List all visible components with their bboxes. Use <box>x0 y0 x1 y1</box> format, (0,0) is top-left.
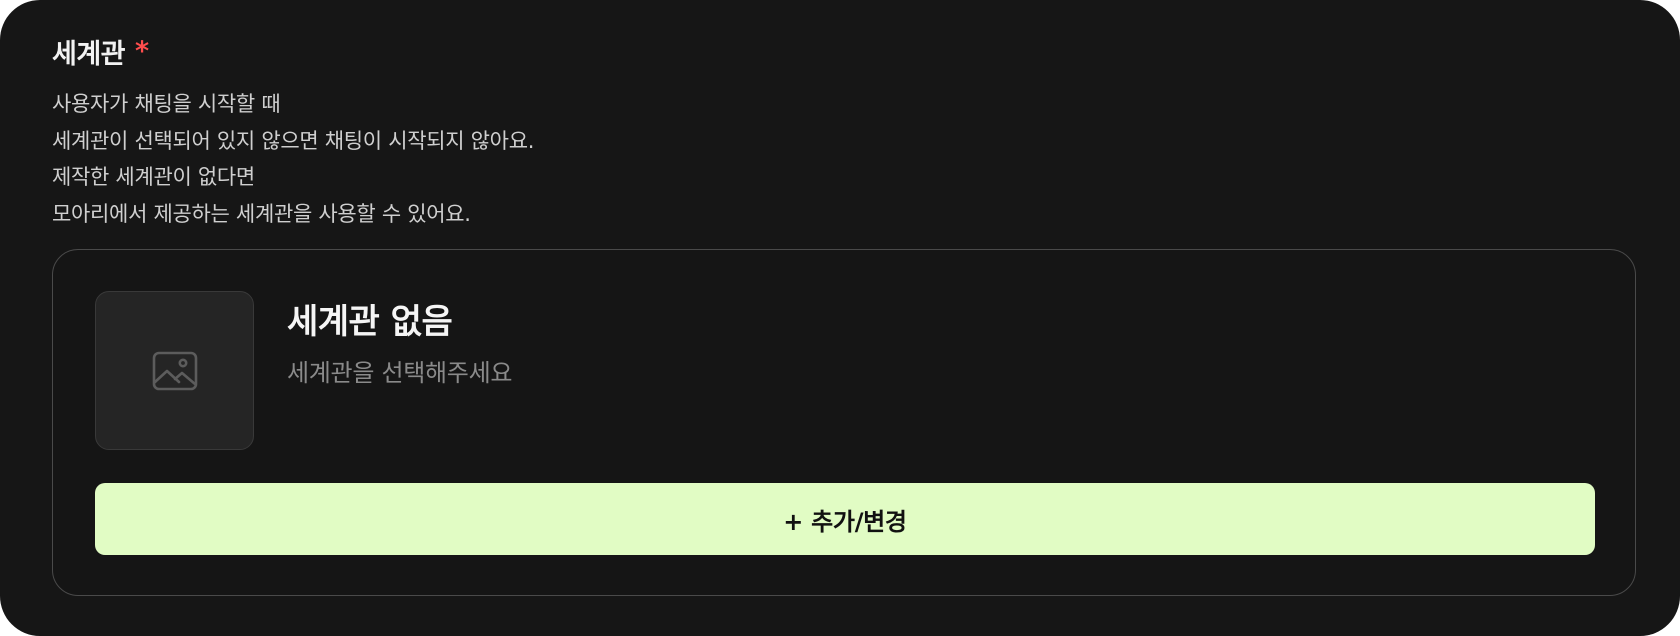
worldview-panel: 세계관 * 사용자가 채팅을 시작할 때 세계관이 선택되어 있지 않으면 채팅… <box>0 0 1680 636</box>
worldview-thumbnail <box>95 291 254 450</box>
description-line: 모아리에서 제공하는 세계관을 사용할 수 있어요. <box>52 201 471 226</box>
section-title: 세계관 <box>52 38 126 70</box>
section-description: 사용자가 채팅을 시작할 때 세계관이 선택되어 있지 않으면 채팅이 시작되지… <box>52 86 1152 232</box>
worldview-title: 세계관 없음 <box>287 302 453 342</box>
required-mark: * <box>135 35 149 67</box>
worldview-card: 세계관 없음 세계관을 선택해주세요 + 추가/변경 <box>52 249 1636 596</box>
description-line: 세계관이 선택되어 있지 않으면 채팅이 시작되지 않아요. <box>52 128 535 153</box>
worldview-subtitle: 세계관을 선택해주세요 <box>287 359 513 387</box>
section-header: 세계관 * <box>52 31 149 71</box>
image-placeholder-icon <box>152 351 197 390</box>
description-line: 사용자가 채팅을 시작할 때 <box>52 92 281 116</box>
add-change-button[interactable]: + 추가/변경 <box>95 483 1595 555</box>
description-line: 제작한 세계관이 없다면 <box>52 165 255 189</box>
